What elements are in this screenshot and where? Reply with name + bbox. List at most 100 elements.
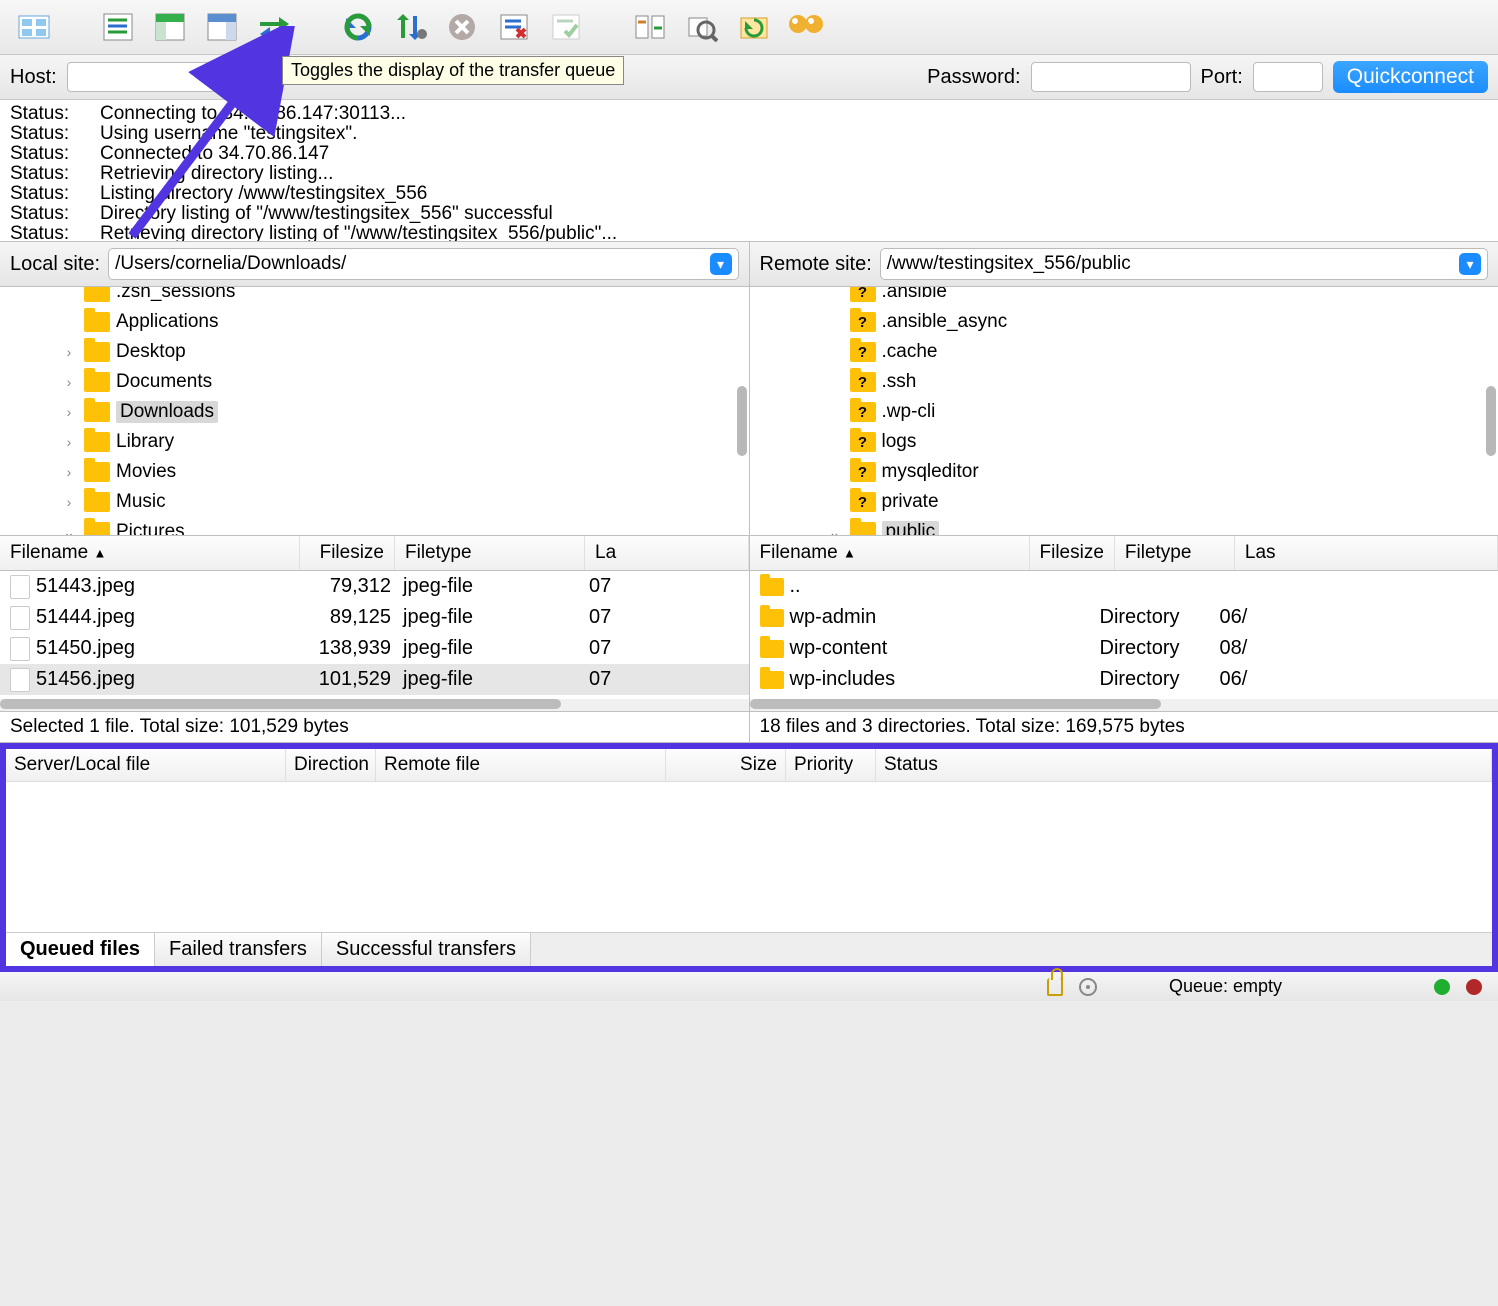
col-server-local[interactable]: Server/Local file [6, 749, 286, 781]
col-remote-file[interactable]: Remote file [376, 749, 666, 781]
tree-item[interactable]: › Movies [60, 457, 749, 487]
password-input[interactable] [1031, 62, 1191, 92]
tree-item[interactable]: ›Downloads [60, 397, 749, 427]
disclosure-icon[interactable]: ⌄ [60, 524, 78, 536]
col-filetype[interactable]: Filetype [1115, 536, 1235, 570]
scrollbar[interactable] [750, 699, 1498, 711]
disclosure-icon[interactable]: › [60, 464, 78, 480]
reconnect-button[interactable] [546, 8, 586, 46]
scrollbar[interactable] [737, 386, 747, 456]
tree-item[interactable]: ?mysqleditor [850, 457, 1498, 487]
list-item[interactable]: wp-admin Directory 06/ [750, 602, 1498, 633]
toggle-remote-tree-button[interactable] [202, 8, 242, 46]
list-item[interactable]: 51456.jpeg 101,529 jpeg-file 07 [0, 664, 749, 695]
message-log[interactable]: Status:Connecting to 34.70.86.147:30113.… [0, 100, 1498, 242]
quickconnect-button[interactable]: Quickconnect [1333, 61, 1488, 93]
tree-item[interactable]: ›Desktop [60, 337, 749, 367]
tree-item[interactable]: .zsh_sessions [60, 287, 749, 307]
col-filename[interactable]: Filename ▲ [750, 536, 1030, 570]
scrollbar[interactable] [1486, 386, 1496, 456]
disclosure-icon[interactable]: › [60, 434, 78, 450]
sync-browsing-button[interactable] [734, 8, 774, 46]
dropdown-icon[interactable]: ▾ [1459, 253, 1481, 275]
col-filesize[interactable]: Filesize [1030, 536, 1115, 570]
tree-item[interactable]: ›Documents [60, 367, 749, 397]
list-item[interactable]: wp-includes Directory 06/ [750, 664, 1498, 695]
col-lastmod[interactable]: Las [1235, 536, 1498, 570]
tab-failed-transfers[interactable]: Failed transfers [155, 933, 322, 966]
tree-item[interactable]: ?.ansible [850, 287, 1498, 307]
col-size[interactable]: Size [666, 749, 786, 781]
tree-item[interactable]: ›Music [60, 487, 749, 517]
log-value: Connected to 34.70.86.147 [100, 144, 1488, 164]
col-direction[interactable]: Direction [286, 749, 376, 781]
toggle-log-button[interactable] [98, 8, 138, 46]
compare-button[interactable] [630, 8, 670, 46]
log-key: Status: [10, 204, 100, 224]
toggle-transfer-queue-button[interactable] [254, 8, 294, 46]
filetype: jpeg-file [391, 575, 581, 598]
cancel-button[interactable] [442, 8, 482, 46]
local-file-list[interactable]: 51443.jpeg 79,312 jpeg-file 07 51444.jpe… [0, 571, 750, 711]
filter-button[interactable] [786, 8, 826, 46]
queue-body[interactable] [6, 782, 1492, 932]
transfer-queue-panel: Server/Local file Direction Remote file … [0, 743, 1498, 972]
tree-item[interactable]: ?.ssh [850, 367, 1498, 397]
tree-item[interactable]: ?private [850, 487, 1498, 517]
col-filesize[interactable]: Filesize [300, 536, 395, 570]
disclosure-icon[interactable]: › [60, 494, 78, 510]
list-item[interactable]: .. [750, 571, 1498, 602]
log-key: Status: [10, 184, 100, 204]
list-item[interactable]: wp-content Directory 08/ [750, 633, 1498, 664]
tab-successful-transfers[interactable]: Successful transfers [322, 933, 531, 966]
search-button[interactable] [682, 8, 722, 46]
site-manager-button[interactable] [14, 8, 54, 46]
main-toolbar: Toggles the display of the transfer queu… [0, 0, 1498, 55]
col-lastmod[interactable]: La [585, 536, 749, 570]
refresh-button[interactable] [338, 8, 378, 46]
tree-item[interactable]: ?logs [850, 427, 1498, 457]
local-tree[interactable]: .zsh_sessionsApplications›Desktop›Docume… [0, 287, 750, 535]
tree-item[interactable]: ⌄public [850, 517, 1498, 535]
disconnect-button[interactable] [494, 8, 534, 46]
disk-icon[interactable] [1079, 978, 1097, 996]
list-item[interactable]: 51450.jpeg 138,939 jpeg-file 07 [0, 633, 749, 664]
list-item[interactable]: 51443.jpeg 79,312 jpeg-file 07 [0, 571, 749, 602]
local-site-path[interactable]: /Users/cornelia/Downloads/ ▾ [108, 248, 738, 280]
tree-item[interactable]: Applications [60, 307, 749, 337]
col-status[interactable]: Status [876, 749, 1492, 781]
dropdown-icon[interactable]: ▾ [710, 253, 732, 275]
disclosure-icon[interactable]: › [60, 344, 78, 360]
disclosure-icon[interactable]: ⌄ [826, 524, 844, 536]
tree-item-label: .wp-cli [882, 401, 936, 423]
lastmod: 07 [581, 606, 749, 629]
tree-item[interactable]: ?.ansible_async [850, 307, 1498, 337]
host-input[interactable] [67, 62, 267, 92]
port-input[interactable] [1253, 62, 1323, 92]
remote-file-list[interactable]: .. wp-admin Directory 06/ wp-content Dir… [750, 571, 1498, 711]
remote-status: 18 files and 3 directories. Total size: … [750, 712, 1498, 742]
tree-item[interactable]: ?.cache [850, 337, 1498, 367]
tree-item-label: Movies [116, 461, 176, 483]
remote-site-path[interactable]: /www/testingsitex_556/public ▾ [880, 248, 1488, 280]
tree-item[interactable]: ? .wp-cli [850, 397, 1498, 427]
tab-queued-files[interactable]: Queued files [6, 933, 155, 966]
folder-icon [84, 432, 110, 452]
list-item[interactable]: 51444.jpeg 89,125 jpeg-file 07 [0, 602, 749, 633]
folder-icon [84, 372, 110, 392]
remote-tree[interactable]: ?.ansible?.ansible_async?.cache?.ssh? .wp… [750, 287, 1498, 535]
tree-item[interactable]: ›Library [60, 427, 749, 457]
tree-item[interactable]: ⌄Pictures [60, 517, 749, 535]
disclosure-icon[interactable]: › [60, 374, 78, 390]
process-queue-button[interactable] [390, 8, 430, 46]
lastmod: 08/ [1220, 637, 1498, 660]
col-filetype[interactable]: Filetype [395, 536, 585, 570]
disclosure-icon[interactable]: › [60, 404, 78, 420]
scrollbar[interactable] [0, 699, 749, 711]
col-priority[interactable]: Priority [786, 749, 876, 781]
lock-icon[interactable] [1047, 978, 1063, 996]
toggle-local-tree-button[interactable] [150, 8, 190, 46]
col-filename[interactable]: Filename ▲ [0, 536, 300, 570]
folder-unknown-icon: ? [850, 402, 876, 422]
folder-unknown-icon: ? [850, 462, 876, 482]
